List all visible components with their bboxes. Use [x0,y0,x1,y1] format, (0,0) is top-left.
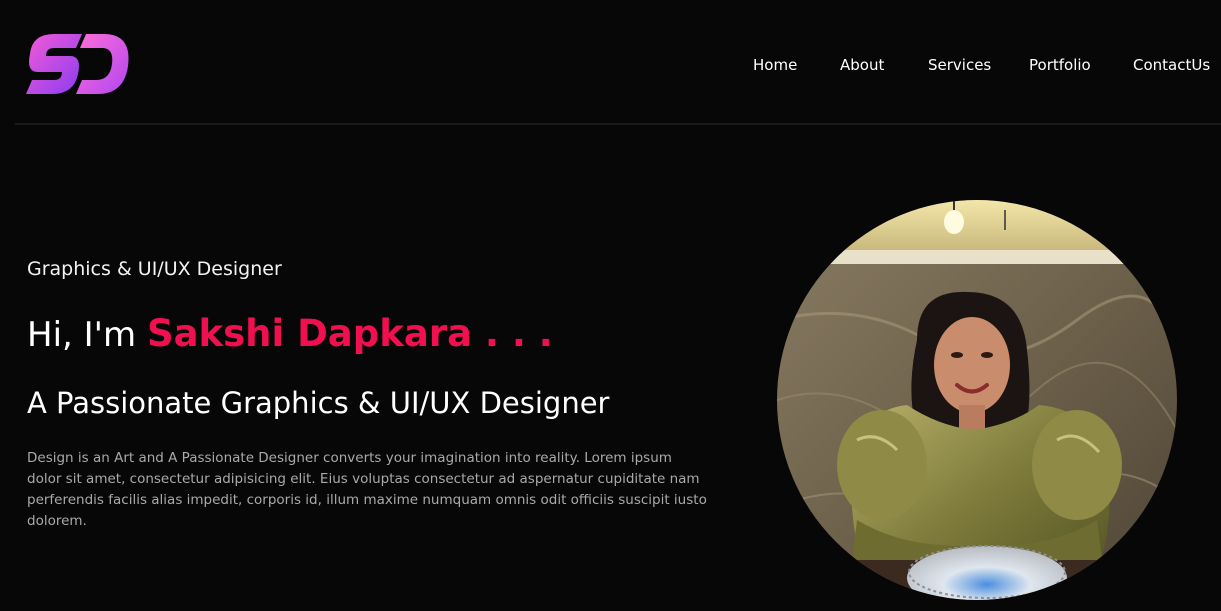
hero-subtitle: Graphics & UI/UX Designer [27,258,282,280]
page: Home About Services Portfolio ContactUs … [0,0,1221,611]
nav-link-services[interactable]: Services [928,54,991,76]
navbar-divider [15,123,1221,125]
nav-links: Home About Services Portfolio ContactUs [0,54,1221,76]
nav-link-portfolio[interactable]: Portfolio [1029,54,1091,76]
nav-link-home[interactable]: Home [753,54,797,76]
navbar: Home About Services Portfolio ContactUs [0,0,1221,125]
hero-greeting: Hi, I'm [27,315,147,355]
hero-heading: Hi, I'm Sakshi Dapkara . . . [27,310,553,359]
hero-description: Design is an Art and A Passionate Design… [27,450,707,529]
hero-name: Sakshi Dapkara . . . [146,312,553,355]
profile-photo [777,200,1177,600]
hero-tagline: A Passionate Graphics & UI/UX Designer [27,386,610,420]
nav-link-about[interactable]: About [840,54,884,76]
profile-photo-image [777,200,1177,600]
nav-link-contactus[interactable]: ContactUs [1133,54,1210,76]
